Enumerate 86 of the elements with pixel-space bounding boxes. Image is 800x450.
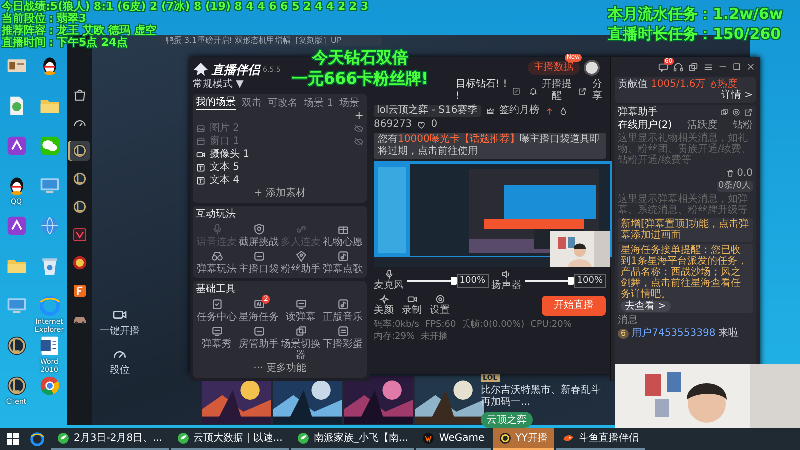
toolbar-button[interactable]: 录制 — [402, 294, 422, 317]
taskbar-item[interactable]: 南派家族_小飞【南... — [290, 428, 414, 450]
status-text: 码率:0kb/s — [374, 319, 420, 331]
contribution-label: 贡献值 — [618, 79, 648, 90]
taskbar-item[interactable]: WeGame — [416, 428, 491, 450]
share-link[interactable]: 分享 — [578, 79, 606, 103]
messages-title: 消息 — [618, 315, 639, 326]
tool-button[interactable]: 房管助手 — [238, 325, 280, 361]
game-button[interactable]: 云顶之弈 — [481, 412, 533, 428]
tool-button[interactable]: 正版音乐 — [322, 298, 364, 323]
danmu-hint: 这里显示弹幕相关消息，如弹幕、系统消息、粉丝牌升级等 — [618, 194, 749, 216]
status-text: 内存:29% — [374, 331, 416, 343]
taskbar-item[interactable]: 云顶大数据 | 以速... — [170, 428, 289, 450]
stat-value: 0 — [431, 119, 438, 131]
overlay-text: 推荐阵容：龙王 艾欧 德玛 虚空 — [2, 25, 156, 37]
user-name[interactable]: 用户7453553398 — [632, 328, 716, 339]
taskbar-item[interactable]: YY开播 — [492, 428, 554, 450]
status-text: FPS:60 — [425, 319, 456, 331]
quick-action-button[interactable]: 一键开播 — [100, 307, 140, 338]
scene-tab[interactable]: 场景 1 — [304, 98, 334, 110]
reminder-link[interactable]: 开播提醒 — [528, 79, 574, 103]
stat-value: 签约月榜 — [500, 105, 540, 117]
scene-tab[interactable]: 我的场景 — [196, 97, 236, 110]
toolbar-button[interactable]: 美颜 — [374, 294, 394, 317]
quick-action-button[interactable]: 段位 — [110, 346, 130, 377]
overlay-text: 今日战绩:5(狼人) 8:1 (6皮) 2 (7冰) 8 (19) 8 4 4 6 6 5 2 4 4 2 2 3 — [2, 1, 369, 13]
add-source-button[interactable]: + 添加素材 — [254, 188, 306, 200]
start-stream-button[interactable]: 开始直播 — [542, 296, 606, 316]
tool-button[interactable]: 下播彩蛋 — [322, 325, 364, 361]
notice-text: 星海任务接单提醒：您已收到1条星海平台派发的任务，产品名称：西战沙场；风之剑舞，点击前往星海查看任务详情吧。 — [621, 245, 748, 300]
tool-button[interactable]: 粉丝助手 — [280, 250, 322, 275]
level-badge: 6 — [618, 328, 630, 338]
stat-value: 869273 — [374, 119, 412, 131]
data-button[interactable]: 主播数据 — [528, 61, 580, 75]
contribution-value: 1005/1.6万 — [651, 79, 706, 90]
gift-total: 0.0 — [737, 168, 753, 179]
panel-title: 弹幕助手 — [618, 107, 659, 118]
message-text: 来啦 — [718, 328, 739, 339]
tool-button[interactable]: 礼物心愿 — [322, 223, 364, 248]
heat-label: 热度 — [708, 79, 738, 90]
mode-dropdown[interactable]: 常规模式 ▼ — [193, 79, 244, 91]
status-text: CPU:20% — [530, 319, 572, 331]
volume-reading: 100% — [574, 274, 606, 288]
speaker-button[interactable]: 扬声器 — [492, 269, 522, 292]
source-label[interactable]: 摄像头 1 — [210, 148, 250, 160]
volume-reading: 100% — [456, 274, 488, 288]
tool-button[interactable]: 截屏挑战 — [238, 223, 280, 248]
app-title: 直播伴侣 — [212, 64, 260, 76]
status-text: 丢帧:0(0.00%) — [462, 319, 525, 331]
promo-text: 一元666卡粉丝牌! — [292, 68, 429, 89]
notice-bar: 您有10000曝光卡【话题推荐】曝主播口袋道具即将过期，点击前往使用 — [374, 133, 606, 159]
details-link[interactable]: 详情 > — [721, 90, 753, 101]
scene-tab[interactable]: 场景 — [340, 98, 360, 110]
toolbar-button[interactable]: 设置 — [430, 294, 450, 317]
scene-tab[interactable]: 双击 — [242, 98, 262, 110]
scene-tab[interactable]: 可改名 — [268, 98, 298, 110]
add-scene-button[interactable]: + — [354, 110, 364, 122]
overlay-text: 本月流水任务：1.2w/6w — [608, 4, 784, 24]
search-field[interactable]: 鸭蛋 3.1重磅开启! 双形态机甲增幅［复刻版］UP — [162, 35, 382, 46]
gift-hint: 这里显示礼物相关消息，如礼物、粉丝团、贵族开通/续费、钻粉开通/续费等 — [618, 133, 752, 166]
tool-button[interactable]: 主播口袋 — [238, 250, 280, 275]
taskbar-item[interactable]: 斗鱼直播伴侣 — [556, 428, 645, 450]
tool-button[interactable]: 弹幕秀 — [196, 325, 238, 361]
source-label[interactable]: 文本 4 — [210, 174, 240, 186]
panel-tab[interactable]: 活跃度 — [688, 120, 718, 131]
category-tag[interactable]: lol云顶之弈 - S16赛季 — [374, 105, 481, 117]
panel-tab[interactable]: 在线用户(2) — [618, 120, 672, 131]
tool-button[interactable]: 弹幕玩法 — [196, 250, 238, 275]
microphone-button[interactable]: 麦克风 — [374, 269, 404, 292]
view-button[interactable]: 去查看 > — [621, 301, 671, 312]
stream-title: 目标钻石! ! ! — [456, 79, 508, 103]
taskbar-item[interactable]: 2月3日-2月8日、... — [51, 428, 169, 450]
notice-text: 新增[弹幕置顶]功能，点击弹幕添加进画面 — [621, 219, 750, 241]
overlay-text: 当前段位：翡翠3 — [2, 13, 87, 25]
status-text: 未开播 — [421, 331, 448, 343]
source-label[interactable]: 文本 5 — [210, 162, 240, 174]
tool-button[interactable]: 任务中心 — [196, 298, 238, 323]
panel-tab[interactable]: 钻粉 — [732, 120, 753, 131]
tool-button[interactable]: 弹幕点歌 — [322, 250, 364, 275]
section-title: 基础工具 — [196, 284, 237, 296]
tool-button[interactable]: 场景切换器 — [280, 325, 322, 361]
more-button[interactable]: ··· 更多功能 — [254, 363, 306, 375]
promo-text: 今天钻石双倍 — [312, 47, 408, 68]
section-title: 互动玩法 — [196, 209, 237, 221]
message-count: 0条/0人 — [716, 181, 753, 192]
tool-button[interactable]: 读弹幕 — [280, 298, 322, 323]
